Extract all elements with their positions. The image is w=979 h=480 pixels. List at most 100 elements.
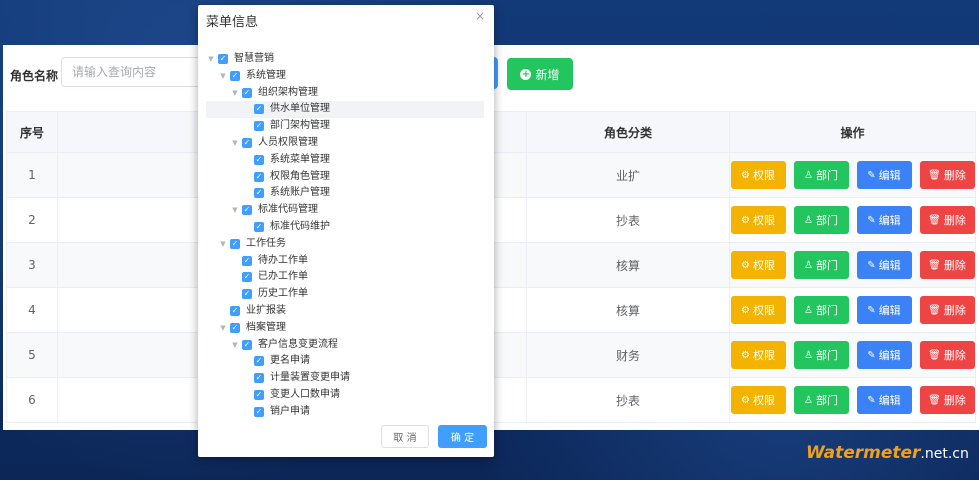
department-button[interactable]: ♙ 部门: [793, 296, 849, 324]
checkbox-checked-icon[interactable]: ✓: [230, 322, 240, 333]
checkbox-checked-icon[interactable]: ✓: [254, 356, 264, 367]
checkbox-checked-icon[interactable]: ✓: [242, 289, 252, 300]
row-actions: ⚙ 权限 ♙ 部门 ✎ 编辑 🗑 删除: [729, 152, 976, 198]
confirm-button[interactable]: 确 定: [438, 425, 487, 448]
tree-node[interactable]: ✓ 变更人口数申请: [206, 387, 484, 404]
tree-node-label: 人员权限管理: [258, 136, 318, 148]
permission-button[interactable]: ⚙ 权限: [730, 341, 786, 369]
delete-button[interactable]: 🗑 删除: [919, 341, 975, 369]
tree-node[interactable]: ▼ ✓ 标准代码管理: [206, 202, 484, 219]
checkbox-checked-icon[interactable]: ✓: [254, 406, 264, 417]
checkbox-checked-icon[interactable]: ✓: [242, 339, 252, 350]
edit-button[interactable]: ✎ 编辑: [856, 251, 912, 279]
tree-node[interactable]: ✓ 业扩报装: [206, 303, 484, 320]
tree-node-label: 系统管理: [246, 69, 286, 81]
permission-button[interactable]: ⚙ 权限: [730, 251, 786, 279]
tree-node[interactable]: ✓ 历史工作单: [206, 286, 484, 303]
caret-down-icon[interactable]: ▼: [230, 135, 240, 152]
caret-down-icon[interactable]: ▼: [206, 51, 216, 68]
checkbox-checked-icon[interactable]: ✓: [242, 205, 252, 216]
tree-node[interactable]: ▼ ✓ 档案管理: [206, 320, 484, 337]
department-button[interactable]: ♙ 部门: [793, 206, 849, 234]
checkbox-checked-icon[interactable]: ✓: [242, 137, 252, 148]
checkbox-checked-icon[interactable]: ✓: [254, 154, 264, 165]
checkbox-checked-icon[interactable]: ✓: [230, 238, 240, 249]
user-icon: ♙: [804, 214, 813, 226]
tree-node[interactable]: ✓ 部门架构管理: [206, 118, 484, 135]
permission-button[interactable]: ⚙ 权限: [730, 386, 786, 414]
tree-node[interactable]: ▼ ✓ 人员权限管理: [206, 135, 484, 152]
checkbox-checked-icon[interactable]: ✓: [254, 373, 264, 384]
delete-label: 删除: [943, 304, 966, 317]
edit-label: 编辑: [878, 214, 901, 227]
edit-label: 编辑: [878, 349, 901, 362]
tree-node[interactable]: ✓ 更名申请: [206, 353, 484, 370]
caret-down-icon[interactable]: ▼: [218, 68, 228, 85]
tree-node[interactable]: ✓ 供水单位管理: [206, 101, 484, 119]
checkbox-checked-icon[interactable]: ✓: [254, 121, 264, 132]
tree-node[interactable]: ✓ 待办工作单: [206, 253, 484, 270]
tree-node[interactable]: ✓ 计量装置变更申请: [206, 370, 484, 387]
caret-down-icon[interactable]: ▼: [230, 85, 240, 102]
close-icon[interactable]: ×: [475, 9, 485, 23]
tree-node[interactable]: ✓ 系统账户管理: [206, 185, 484, 202]
checkbox-checked-icon[interactable]: ✓: [242, 255, 252, 266]
tree-node[interactable]: ▼ ✓ 系统管理: [206, 68, 484, 85]
checkbox-checked-icon[interactable]: ✓: [254, 188, 264, 199]
checkbox-checked-icon[interactable]: ✓: [242, 87, 252, 98]
checkbox-checked-icon[interactable]: ✓: [254, 389, 264, 400]
row-category: 业扩: [526, 152, 730, 198]
checkbox-checked-icon[interactable]: ✓: [218, 54, 228, 64]
checkbox-checked-icon[interactable]: ✓: [254, 221, 264, 232]
checkbox-checked-icon[interactable]: ✓: [230, 305, 240, 316]
tree-node-label: 计量装置变更申请: [270, 372, 350, 384]
edit-button[interactable]: ✎ 编辑: [856, 296, 912, 324]
tree-node[interactable]: ▼ ✓ 智慧营销: [206, 51, 484, 68]
tree-node[interactable]: ✓ 标准代码维护: [206, 219, 484, 236]
cancel-button[interactable]: 取 消: [381, 425, 429, 448]
caret-down-icon[interactable]: ▼: [230, 202, 240, 219]
add-button[interactable]: + 新增: [507, 58, 573, 90]
edit-button[interactable]: ✎ 编辑: [856, 206, 912, 234]
pencil-icon: ✎: [867, 304, 876, 316]
tree-node[interactable]: ✓ 已办工作单: [206, 269, 484, 286]
tree-node[interactable]: ▼ ✓ 工作任务: [206, 236, 484, 253]
edit-button[interactable]: ✎ 编辑: [856, 161, 912, 189]
role-name-label: 角色名称: [10, 69, 59, 83]
tree-node[interactable]: ▼ ✓ 组织架构管理: [206, 85, 484, 102]
checkbox-checked-icon[interactable]: ✓: [254, 171, 264, 182]
tree-node-label: 组织架构管理: [258, 86, 318, 98]
user-icon: ♙: [804, 349, 813, 361]
tree-node-label: 档案管理: [246, 321, 286, 333]
delete-button[interactable]: 🗑 删除: [919, 296, 975, 324]
permission-button[interactable]: ⚙ 权限: [730, 296, 786, 324]
department-button[interactable]: ♙ 部门: [793, 161, 849, 189]
caret-down-icon[interactable]: ▼: [230, 337, 240, 354]
checkbox-checked-icon[interactable]: ✓: [230, 70, 240, 81]
delete-button[interactable]: 🗑 删除: [919, 386, 975, 414]
checkbox-checked-icon[interactable]: ✓: [254, 104, 264, 115]
department-button[interactable]: ♙ 部门: [793, 386, 849, 414]
department-button[interactable]: ♙ 部门: [793, 341, 849, 369]
delete-button[interactable]: 🗑 删除: [919, 161, 975, 189]
permission-button[interactable]: ⚙ 权限: [730, 161, 786, 189]
permission-button[interactable]: ⚙ 权限: [730, 206, 786, 234]
caret-down-icon[interactable]: ▼: [218, 320, 228, 337]
tree-node-label: 系统菜单管理: [270, 153, 330, 165]
tree-node[interactable]: ✓ 系统菜单管理: [206, 152, 484, 169]
tree-node[interactable]: ✓ 权限角色管理: [206, 169, 484, 186]
department-button[interactable]: ♙ 部门: [793, 251, 849, 279]
edit-button[interactable]: ✎ 编辑: [856, 341, 912, 369]
delete-button[interactable]: 🗑 删除: [919, 206, 975, 234]
caret-down-icon[interactable]: ▼: [218, 236, 228, 253]
tree-node[interactable]: ▼ ✓ 客户信息变更流程: [206, 337, 484, 354]
tree-node[interactable]: ✓ 销户申请: [206, 404, 484, 421]
row-index: 6: [6, 377, 58, 423]
permission-label: 权限: [752, 394, 775, 407]
edit-button[interactable]: ✎ 编辑: [856, 386, 912, 414]
permission-label: 权限: [752, 304, 775, 317]
department-label: 部门: [815, 304, 838, 317]
delete-button[interactable]: 🗑 删除: [919, 251, 975, 279]
checkbox-checked-icon[interactable]: ✓: [242, 272, 252, 283]
menu-tree: ▼ ✓ 智慧营销 ▼ ✓ 系统管理 ▼ ✓ 组织架构管理 ✓ 供水单位管理 ✓ 部门架构管理 ▼ ✓ 人员权限…: [206, 51, 484, 421]
